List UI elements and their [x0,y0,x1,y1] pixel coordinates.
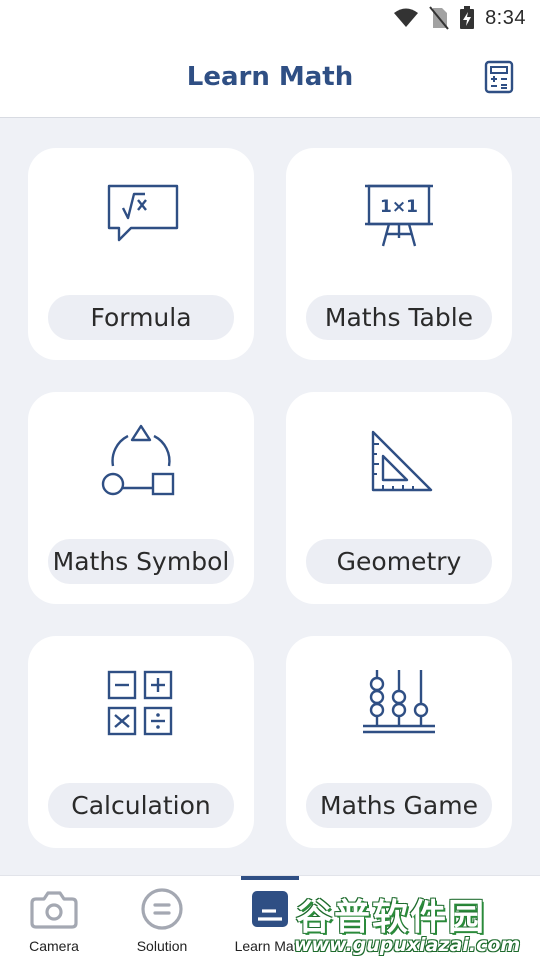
card-formula-label: Formula [48,295,234,340]
formula-icon [28,178,254,258]
card-formula[interactable]: Formula [28,148,254,360]
card-maths-symbol-label: Maths Symbol [48,539,234,584]
nav-item-solution[interactable]: Solution [108,876,216,960]
card-calculation[interactable]: Calculation [28,636,254,848]
maths-symbol-icon [28,422,254,502]
wifi-icon [394,8,419,27]
status-bar: 8:34 [0,0,540,36]
battery-charging-icon [460,6,475,29]
geometry-icon [286,422,512,502]
page-title: Learn Math [186,62,354,92]
nav-label-camera: Camera [29,938,79,954]
card-maths-table-label: Maths Table [306,295,492,340]
maths-game-icon [286,666,512,746]
card-maths-table[interactable]: 1×1 Maths Table [286,148,512,360]
no-sim-icon [429,6,449,30]
maths-table-icon: 1×1 [286,178,512,258]
camera-icon [0,886,108,932]
calculation-icon [28,666,254,746]
app-bar: Learn Math [0,36,540,118]
nav-item-camera[interactable]: Camera [0,876,108,960]
watermark-url: www.gupuxiazai.com [294,934,521,956]
card-geometry-label: Geometry [306,539,492,584]
status-time: 8:34 [485,6,526,29]
card-maths-game[interactable]: Maths Game [286,636,512,848]
status-icons: 8:34 [393,6,526,30]
svg-text:1×1: 1×1 [380,197,418,217]
card-geometry[interactable]: Geometry [286,392,512,604]
nav-label-solution: Solution [136,938,188,954]
card-maths-symbol[interactable]: Maths Symbol [28,392,254,604]
calculator-button[interactable] [484,60,514,94]
watermark-logo: 谷普软件园 [296,897,487,938]
card-maths-game-label: Maths Game [306,783,492,828]
solution-icon [108,886,216,932]
card-calculation-label: Calculation [48,783,234,828]
calculator-icon [484,60,514,94]
watermark: 谷普软件园 www.gupuxiazai.com [290,880,540,960]
